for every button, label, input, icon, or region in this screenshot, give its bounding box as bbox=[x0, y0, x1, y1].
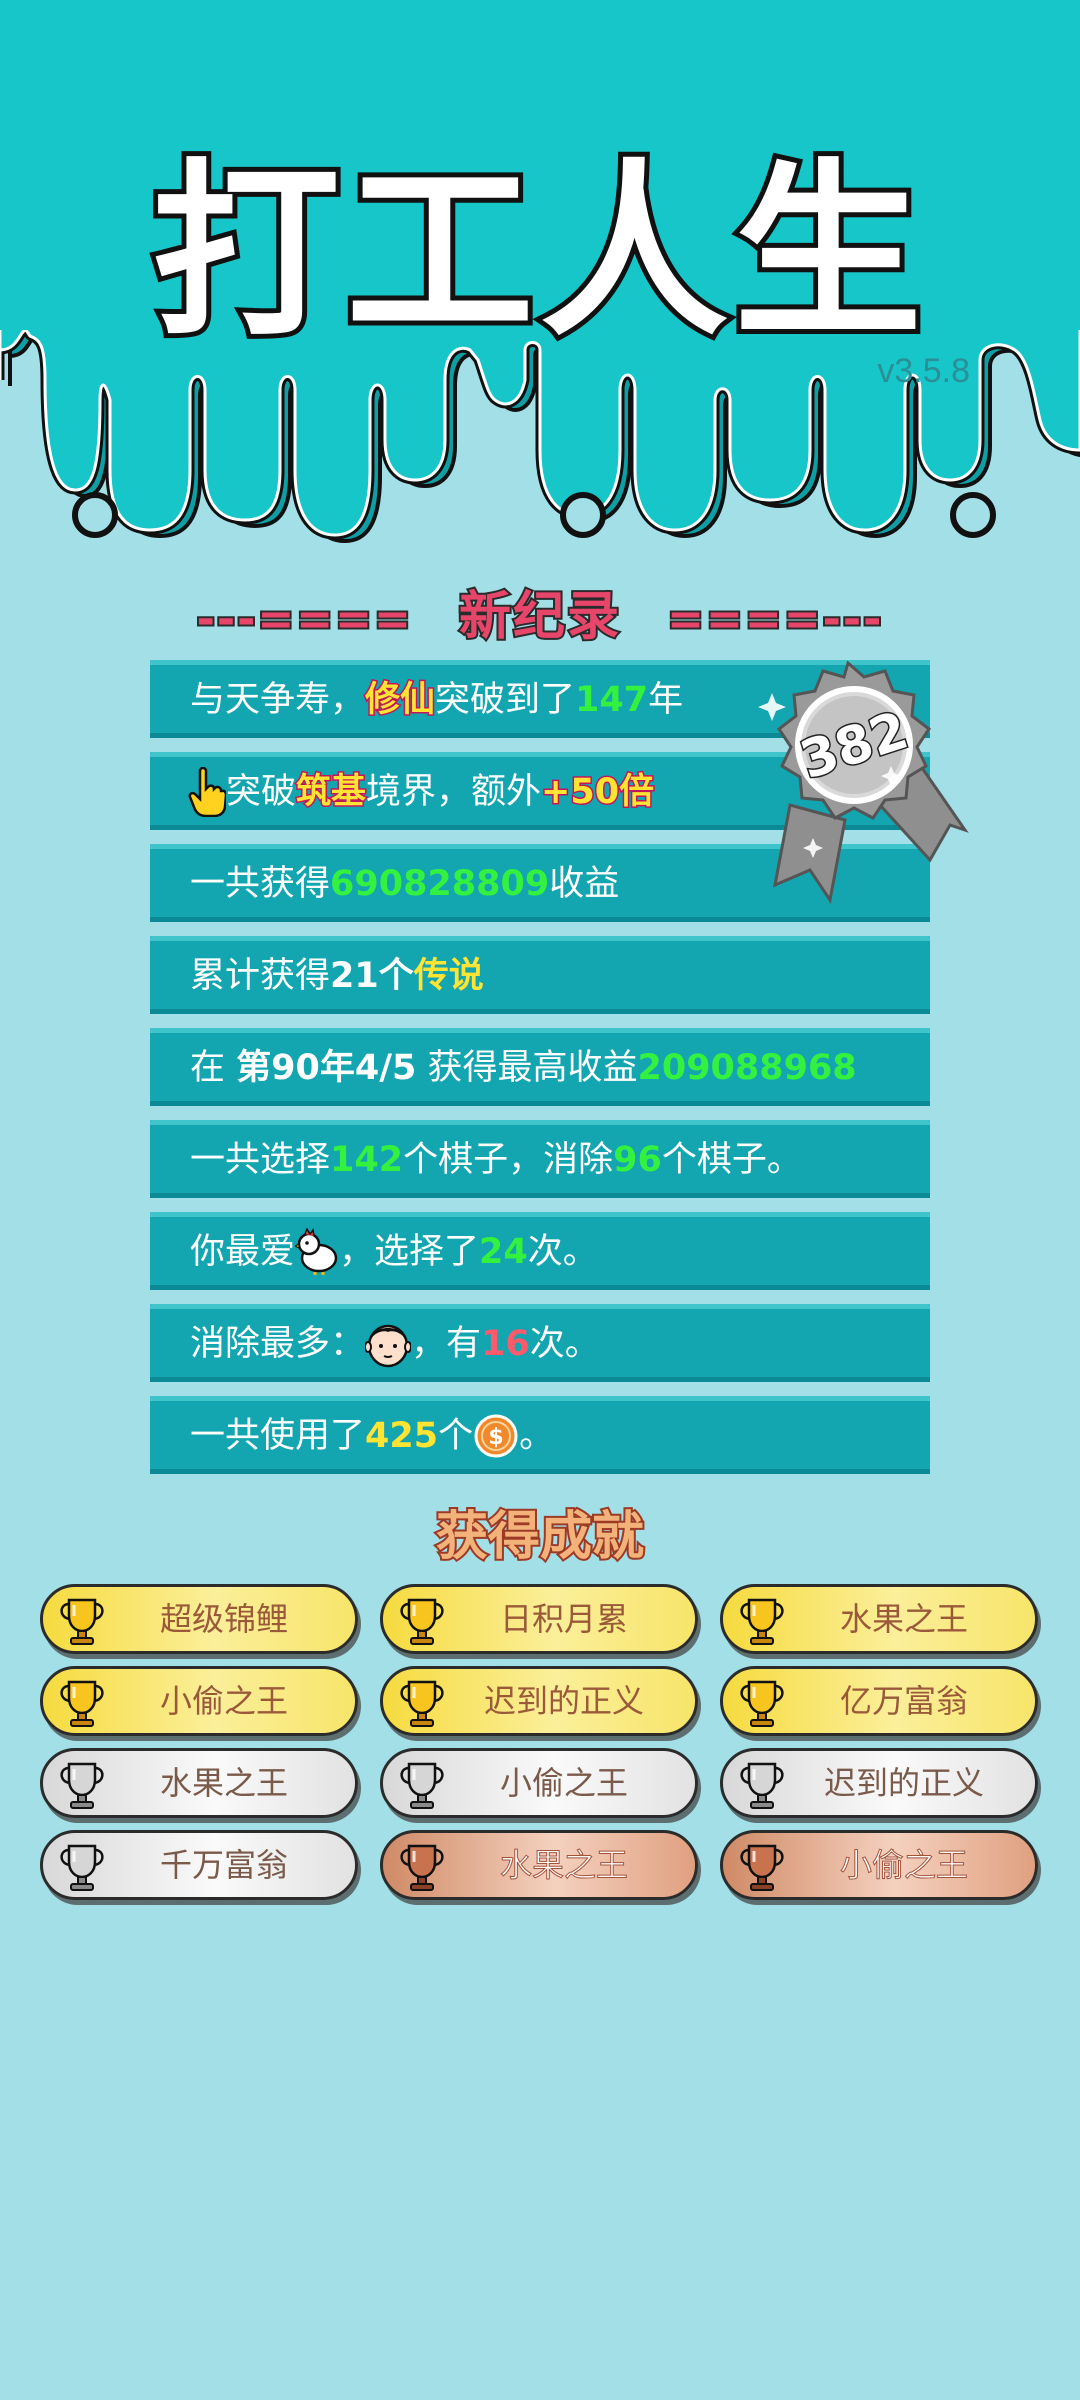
achievement-label: 水果之王 bbox=[839, 1600, 968, 1638]
stat-row-legend-count: 累计获得21个传说 bbox=[150, 936, 930, 1014]
achievement-pill[interactable]: 千万富翁 bbox=[40, 1830, 358, 1900]
stat-text: 个棋子，消除 bbox=[403, 1140, 614, 1180]
stat-text: 个棋子。 bbox=[661, 1140, 802, 1180]
stat-text: 一共获得 bbox=[190, 864, 331, 904]
stat-text: 一共使用了 bbox=[190, 1416, 366, 1456]
achievement-label: 迟到的正义 bbox=[483, 1682, 644, 1720]
achievement-pill[interactable]: 日积月累 bbox=[380, 1584, 698, 1654]
record-title-text: 新纪录 bbox=[457, 585, 621, 649]
stat-text: 在 bbox=[190, 1048, 237, 1088]
man-face-icon bbox=[365, 1324, 412, 1368]
version-label: v3.5.8 bbox=[877, 352, 970, 390]
score-rosette-badge: 382 bbox=[758, 660, 969, 904]
achievement-pill[interactable]: 迟到的正义 bbox=[720, 1748, 1038, 1818]
achievement-label: 超级锦鲤 bbox=[159, 1600, 288, 1638]
stat-highlight: 修仙 bbox=[364, 679, 437, 722]
achievement-pill[interactable]: 水果之王 bbox=[40, 1748, 358, 1818]
chicken-icon bbox=[295, 1228, 338, 1275]
stat-value: 16 bbox=[481, 1324, 530, 1364]
stat-text: ，有 bbox=[411, 1324, 482, 1364]
stat-text: 获得最高收益 bbox=[416, 1048, 638, 1088]
stat-value: 690828809 bbox=[330, 864, 550, 904]
stat-value: 第90年4/5 bbox=[236, 1048, 417, 1088]
achievement-pill[interactable]: 亿万富翁 bbox=[720, 1666, 1038, 1736]
achievement-label: 小偷之王 bbox=[159, 1682, 288, 1720]
stat-value: 24 bbox=[479, 1232, 528, 1272]
stat-text: 收益 bbox=[549, 864, 620, 904]
stat-highlight: 传说 bbox=[413, 956, 484, 996]
stat-text: 与天争寿， bbox=[190, 680, 366, 720]
stat-highlight: 筑基 bbox=[295, 771, 368, 814]
game-header: 打工人生 v3.5.8 bbox=[0, 0, 1080, 560]
stat-text: 突破到了 bbox=[435, 680, 576, 720]
stat-value: 209088968 bbox=[637, 1048, 857, 1088]
stat-row-favorite: 你最爱 ，选择了24次。 bbox=[150, 1212, 930, 1290]
svg-text:$: $ bbox=[488, 1425, 503, 1450]
achievement-pill[interactable]: 水果之王 bbox=[380, 1830, 698, 1900]
stat-value: 147 bbox=[575, 680, 649, 720]
stat-row-best-income: 在 第90年4/5 获得最高收益209088968 bbox=[150, 1028, 930, 1106]
coin-icon: $ bbox=[474, 1414, 518, 1458]
stat-text: 。 bbox=[519, 1416, 555, 1456]
stat-text: ，选择了 bbox=[339, 1232, 480, 1272]
achievement-label: 小偷之王 bbox=[839, 1846, 968, 1885]
stat-row-coins-used: 一共使用了425个 $ 。 bbox=[150, 1396, 930, 1474]
achievement-label: 小偷之王 bbox=[499, 1764, 628, 1802]
stat-text: 消除最多： bbox=[190, 1324, 366, 1364]
stat-text: 你最爱 bbox=[190, 1232, 296, 1272]
record-left-deco: ---==== bbox=[195, 592, 413, 647]
stat-value: 21个 bbox=[330, 956, 414, 996]
new-record-heading: ---==== 新纪录 ====--- bbox=[0, 574, 1080, 649]
game-title: 打工人生 bbox=[147, 138, 928, 367]
stat-text: 累计获得 bbox=[190, 956, 331, 996]
achievement-label: 日积月累 bbox=[499, 1600, 628, 1638]
achievement-pill[interactable]: 小偷之王 bbox=[40, 1666, 358, 1736]
stat-text: 次。 bbox=[527, 1232, 598, 1272]
achievement-label: 亿万富翁 bbox=[839, 1682, 968, 1720]
achievement-label: 水果之王 bbox=[159, 1764, 288, 1802]
stat-text: 一共选择 bbox=[190, 1140, 331, 1180]
stat-row-pieces: 一共选择142个棋子，消除96个棋子。 bbox=[150, 1120, 930, 1198]
stat-value: 425 bbox=[365, 1416, 439, 1456]
achievement-label: 千万富翁 bbox=[159, 1846, 288, 1884]
achievement-pill[interactable]: 迟到的正义 bbox=[380, 1666, 698, 1736]
achievement-pill[interactable]: 小偷之王 bbox=[380, 1748, 698, 1818]
stat-text: 个 bbox=[438, 1416, 474, 1456]
achievements-heading: 获得成就 bbox=[434, 1505, 646, 1569]
achievement-pill[interactable]: 水果之王 bbox=[720, 1584, 1038, 1654]
stat-value: 96 bbox=[613, 1140, 662, 1180]
achievement-label: 水果之王 bbox=[499, 1846, 628, 1885]
stat-text: 突破 bbox=[226, 772, 297, 812]
pointing-hand-icon bbox=[188, 767, 226, 817]
stat-value: 142 bbox=[330, 1140, 404, 1180]
stat-row-most-eliminated: 消除最多： ，有16次。 bbox=[150, 1304, 930, 1382]
achievement-label: 迟到的正义 bbox=[823, 1764, 984, 1802]
stat-text: 年 bbox=[648, 680, 684, 720]
stat-text: 次。 bbox=[529, 1324, 600, 1364]
stat-highlight: +50倍 bbox=[540, 771, 656, 814]
achievement-pill[interactable]: 超级锦鲤 bbox=[40, 1584, 358, 1654]
achievement-pill[interactable]: 小偷之王 bbox=[720, 1830, 1038, 1900]
stat-text: 境界，额外 bbox=[366, 772, 542, 812]
record-right-deco: ====--- bbox=[665, 592, 884, 647]
